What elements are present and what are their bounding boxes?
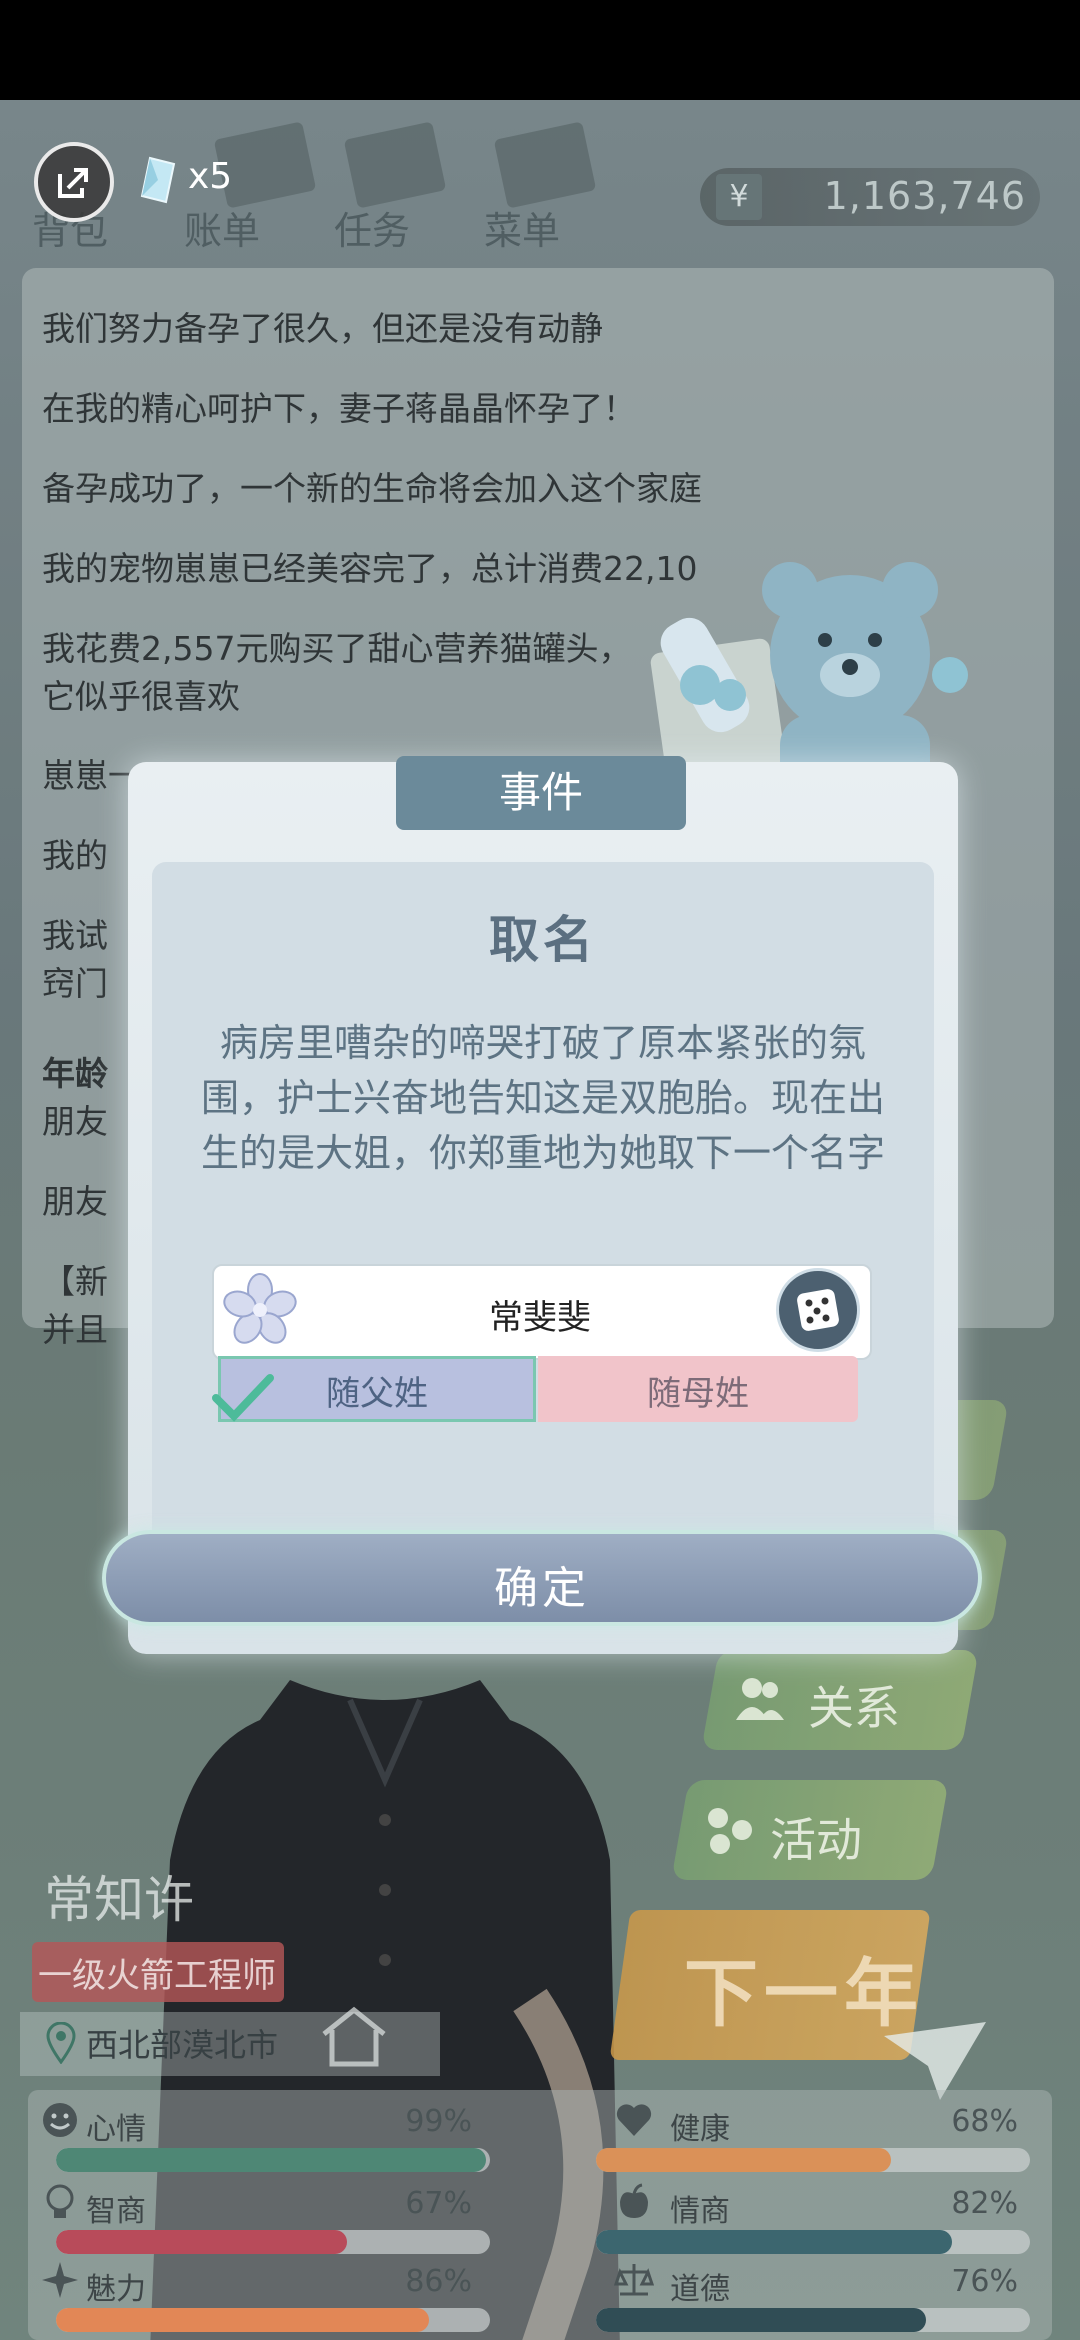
surname-mother-label: 随母姓 <box>647 1374 749 1414</box>
event-dialog <box>128 762 958 1654</box>
dialog-message: 病房里嘈杂的啼哭打破了原本紧张的氛围，护士兴奋地告知这是双胞胎。现在出生的是大姐… <box>200 1021 885 1175</box>
name-value: 常斐斐 <box>489 1298 591 1338</box>
random-name-button[interactable] <box>776 1268 860 1352</box>
dialog-tab-event: 事件 <box>396 756 686 830</box>
checkmark-icon <box>212 1374 274 1422</box>
confirm-label: 确定 <box>494 1563 590 1614</box>
status-bar <box>0 0 1080 100</box>
dice-icon <box>797 1289 839 1331</box>
dialog-title: 取名 <box>489 911 597 969</box>
